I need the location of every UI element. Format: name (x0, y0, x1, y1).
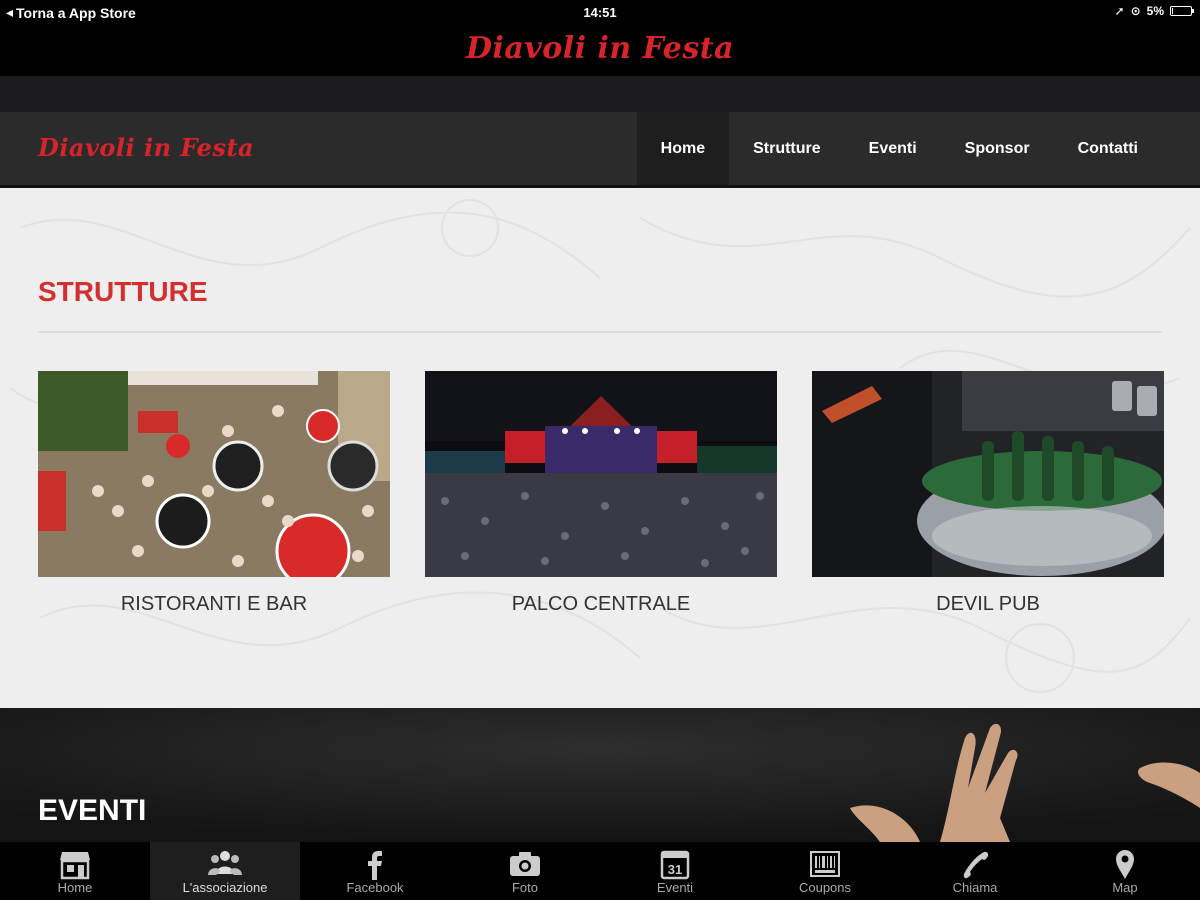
tab-label: Chiama (952, 880, 998, 895)
card-ristoranti-bar[interactable]: RISTORANTI E BAR (38, 371, 390, 616)
divider (38, 331, 1162, 333)
card-label[interactable]: RISTORANTI E BAR (38, 593, 390, 616)
crowd-hands-image (0, 708, 1200, 842)
tab-label: Facebook (346, 880, 404, 895)
header-spacer (0, 76, 1200, 112)
tab-facebook[interactable]: Facebook (300, 842, 450, 900)
section-title: STRUTTURE (38, 276, 208, 307)
card-devil-pub[interactable]: DEVIL PUB (812, 371, 1164, 616)
stage-photo[interactable] (425, 371, 777, 577)
nav-item-strutture[interactable]: Strutture (729, 112, 845, 185)
card-palco-centrale[interactable]: PALCO CENTRALE (425, 371, 777, 616)
tab-chiama[interactable]: Chiama (900, 842, 1050, 900)
tab-associazione[interactable]: L'associazione (150, 842, 300, 900)
tab-label: Coupons (798, 880, 852, 895)
facebook-icon (368, 851, 382, 880)
card-label[interactable]: DEVIL PUB (812, 593, 1164, 616)
tab-label: Map (1112, 880, 1138, 895)
barcode-icon (810, 851, 840, 877)
tab-coupons[interactable]: Coupons (750, 842, 900, 900)
tab-eventi[interactable]: 31 Eventi (600, 842, 750, 900)
restaurant-photo[interactable] (38, 371, 390, 577)
phone-icon (963, 851, 989, 879)
app-header: Diavoli in Festa (0, 26, 1200, 76)
nav-item-eventi[interactable]: Eventi (845, 112, 941, 185)
camera-icon (510, 852, 540, 876)
tab-bar: Home L'associazione Facebook Foto 31 Eve… (0, 842, 1200, 900)
nav-item-contatti[interactable]: Contatti (1054, 112, 1162, 185)
nav-menu: Home Strutture Eventi Sponsor Contatti (636, 112, 1162, 185)
structure-cards: RISTORANTI E BAR PALCO CENTRALE DEVIL PU… (38, 371, 1164, 616)
group-icon (208, 851, 242, 875)
app-logo: Diavoli in Festa (465, 31, 735, 66)
pub-photo[interactable] (812, 371, 1164, 577)
tab-foto[interactable]: Foto (450, 842, 600, 900)
lock-rotation-icon: ⊙ (1130, 4, 1141, 18)
strutture-section: STRUTTURE RISTORANTI E BAR PALCO CENTRAL… (0, 188, 1200, 708)
tab-label: Home (57, 880, 93, 895)
location-icon: ➚ (1114, 4, 1125, 18)
calendar-day: 31 (668, 862, 682, 877)
eventi-section: EVENTI (0, 708, 1200, 842)
section-title: EVENTI (38, 794, 147, 827)
card-label[interactable]: PALCO CENTRALE (425, 593, 777, 616)
site-logo[interactable]: Diavoli in Festa (38, 126, 254, 170)
map-pin-icon (1116, 850, 1134, 879)
tab-label: Foto (511, 880, 538, 895)
nav-item-sponsor[interactable]: Sponsor (941, 112, 1054, 185)
calendar-icon: 31 (660, 850, 690, 880)
store-icon (60, 852, 90, 880)
battery-percent: 5% (1146, 4, 1164, 18)
tab-label: Eventi (656, 880, 694, 895)
tab-home[interactable]: Home (0, 842, 150, 900)
status-bar: ◂ Torna a App Store 14:51 ➚ ⊙ 5% (0, 0, 1200, 26)
status-indicators: ➚ ⊙ 5% (1114, 4, 1194, 18)
clock: 14:51 (583, 5, 617, 20)
tab-label: L'associazione (182, 880, 268, 895)
battery-icon (1170, 6, 1194, 16)
site-nav: Diavoli in Festa Home Strutture Eventi S… (0, 112, 1200, 188)
nav-item-home[interactable]: Home (636, 112, 730, 185)
tab-map[interactable]: Map (1050, 842, 1200, 900)
